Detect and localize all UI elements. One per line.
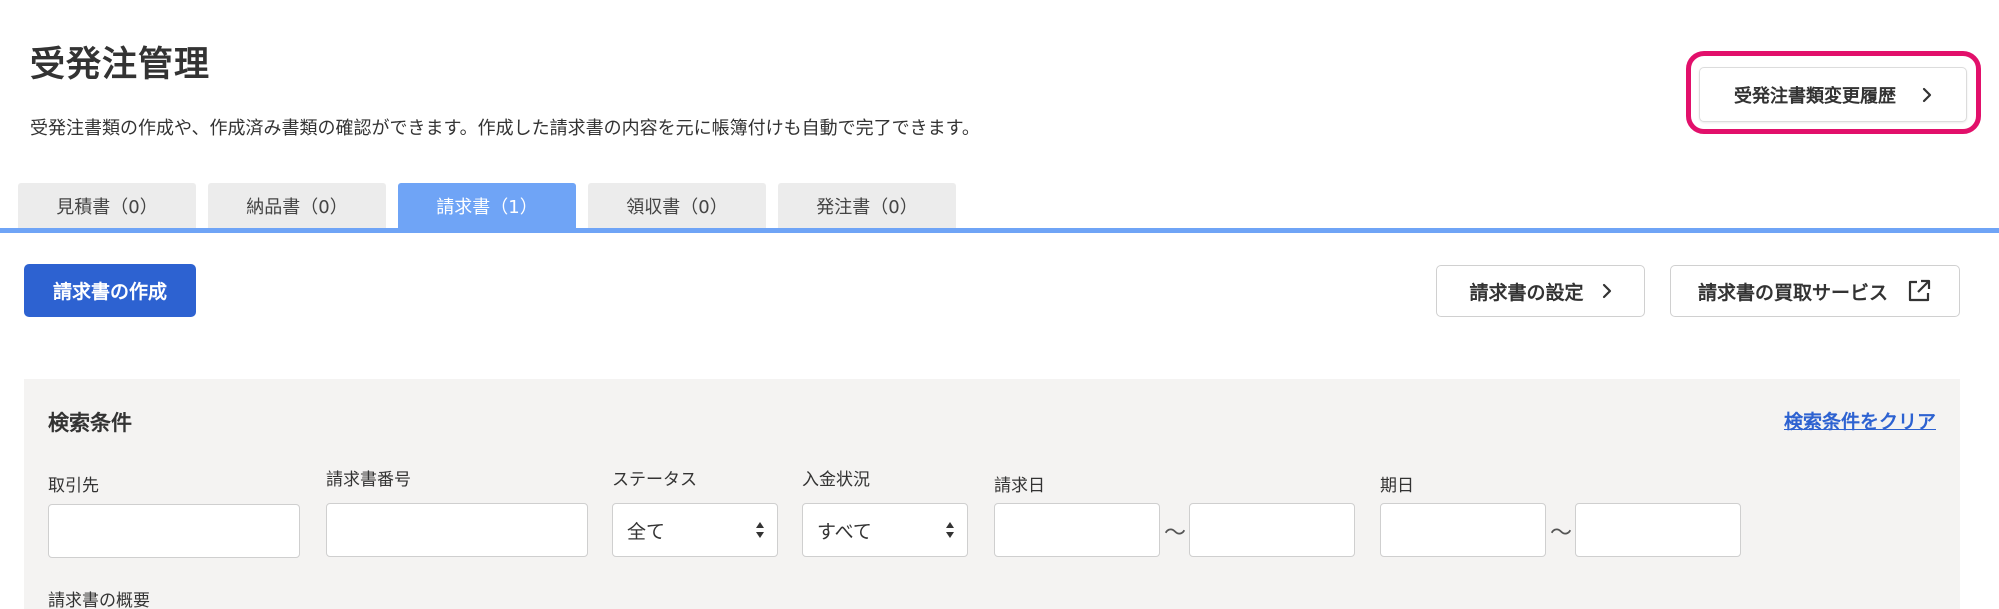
clear-search-link[interactable]: 検索条件をクリア <box>1784 407 1936 434</box>
payment-status-label: 入金状況 <box>802 470 870 490</box>
chevron-right-icon <box>1922 87 1932 102</box>
invoice-date-from-input[interactable] <box>994 503 1160 557</box>
status-select[interactable]: 全て <box>612 503 778 557</box>
create-invoice-button[interactable]: 請求書の作成 <box>24 264 196 317</box>
status-select-value: 全て <box>627 520 666 543</box>
tab-delivery[interactable]: 納品書（0） <box>208 183 386 229</box>
due-date-from-input[interactable] <box>1380 503 1546 557</box>
change-history-button-label: 受発注書類変更履歴 <box>1734 85 1896 107</box>
due-date-range-separator: 〜 <box>1550 521 1573 546</box>
invoice-number-input[interactable] <box>326 503 588 557</box>
due-date-label: 期日 <box>1380 476 1414 496</box>
search-title: 検索条件 <box>48 411 132 435</box>
status-label: ステータス <box>612 470 697 490</box>
change-history-button[interactable]: 受発注書類変更履歴 <box>1699 67 1967 122</box>
page-description: 受発注書類の作成や、作成済み書類の確認ができます。作成した請求書の内容を元に帳簿… <box>30 118 980 139</box>
invoice-date-range-separator: 〜 <box>1164 521 1187 546</box>
tab-receipt[interactable]: 領収書（0） <box>588 183 766 229</box>
tab-purchase-order[interactable]: 発注書（0） <box>778 183 956 229</box>
invoice-settings-label: 請求書の設定 <box>1469 281 1584 304</box>
external-link-icon <box>1908 279 1931 302</box>
partner-label: 取引先 <box>48 476 99 496</box>
tab-label: 領収書（0） <box>626 197 728 218</box>
tab-label: 発注書（0） <box>816 197 918 218</box>
tab-invoice[interactable]: 請求書（1） <box>398 183 576 229</box>
page-title: 受発注管理 <box>30 45 211 85</box>
invoice-date-label: 請求日 <box>994 476 1045 496</box>
chevron-right-icon <box>1602 283 1611 299</box>
payment-status-select[interactable]: すべて <box>802 503 968 557</box>
invoice-date-to-input[interactable] <box>1189 503 1355 557</box>
search-panel: 検索条件 検索条件をクリア 取引先 請求書番号 ステータス 全て 入金状況 すべ… <box>24 379 1960 609</box>
invoice-settings-button[interactable]: 請求書の設定 <box>1436 265 1645 317</box>
due-date-to-input[interactable] <box>1575 503 1741 557</box>
invoice-purchase-service-label: 請求書の買取サービス <box>1697 281 1888 304</box>
tab-label: 見積書（0） <box>56 197 158 218</box>
partner-input[interactable] <box>48 504 300 558</box>
select-arrows-icon <box>946 522 954 538</box>
invoice-purchase-service-button[interactable]: 請求書の買取サービス <box>1670 265 1960 317</box>
tab-label: 納品書（0） <box>246 197 348 218</box>
invoice-summary-label: 請求書の概要 <box>48 591 150 609</box>
select-arrows-icon <box>756 522 764 538</box>
invoice-number-label: 請求書番号 <box>326 470 411 490</box>
payment-status-select-value: すべて <box>817 520 872 543</box>
tab-label: 請求書（1） <box>436 197 538 218</box>
tab-estimate[interactable]: 見積書（0） <box>18 183 196 229</box>
document-tabs: 見積書（0） 納品書（0） 請求書（1） 領収書（0） 発注書（0） <box>18 183 956 229</box>
tab-underline <box>0 228 1999 233</box>
page: 受発注管理 受発注書類の作成や、作成済み書類の確認ができます。作成した請求書の内… <box>0 0 1999 609</box>
